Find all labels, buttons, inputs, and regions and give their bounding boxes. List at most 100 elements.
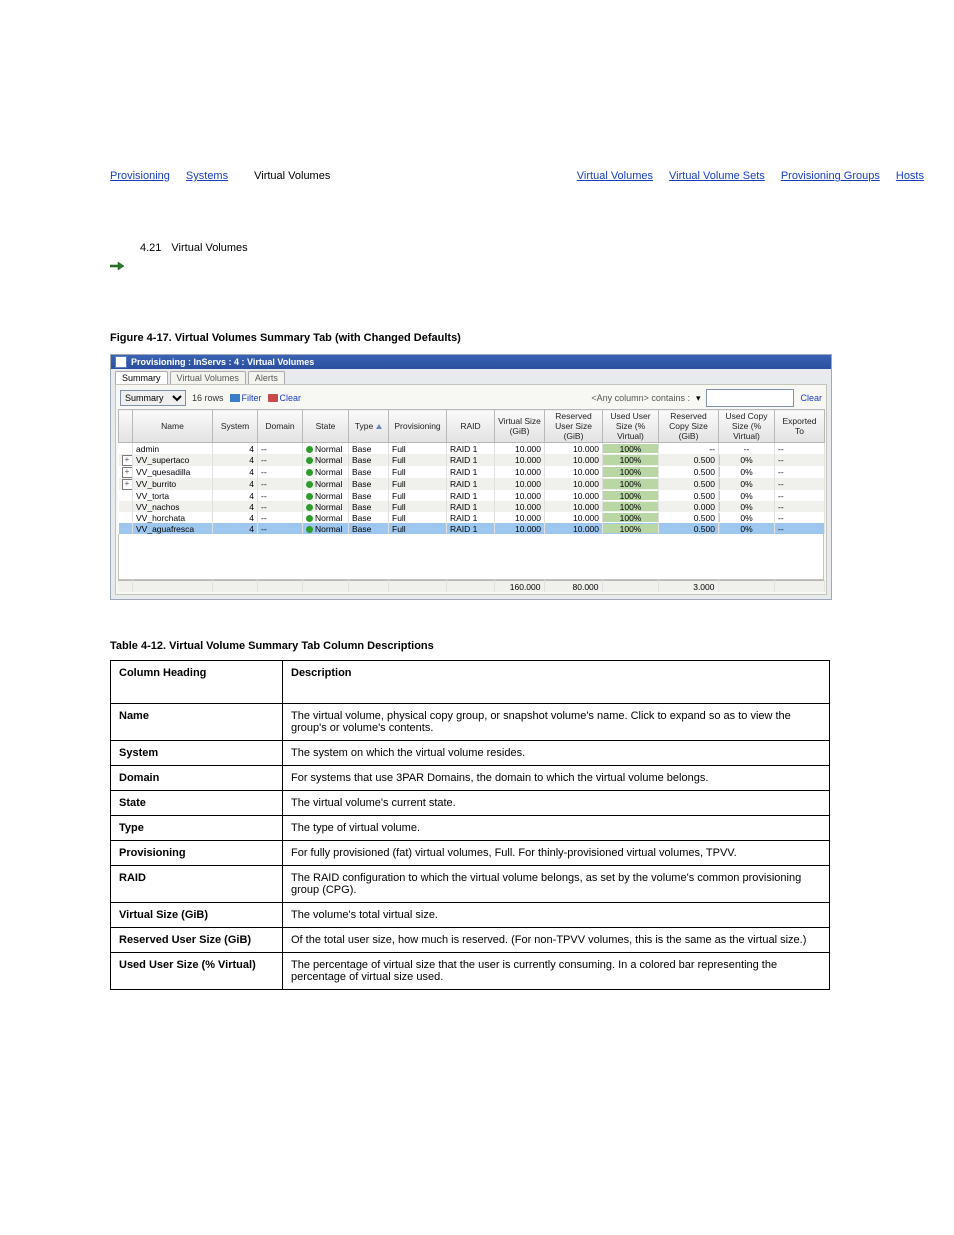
type-cell: Base [349, 466, 389, 478]
tab-virtual-volumes[interactable]: Virtual Volumes [170, 371, 246, 384]
domain-cell: -- [258, 443, 303, 455]
rcopy-cell: 0.000 [659, 501, 719, 512]
state-cell: Normal [303, 443, 349, 455]
table-row[interactable]: +VV_supertaco4--NormalBaseFullRAID 110.0… [119, 454, 825, 466]
col-exported[interactable]: Exported To [775, 410, 825, 443]
col-rcopy[interactable]: Reserved Copy Size (GiB) [659, 410, 719, 443]
ucopy-cell: 0% [719, 523, 775, 534]
system-cell: 4 [213, 443, 258, 455]
chapter-row: 4.21 Virtual Volumes [110, 242, 924, 254]
col-state[interactable]: State [303, 410, 349, 443]
state-dot-icon [306, 493, 313, 500]
table-row[interactable]: VV_nachos4--NormalBaseFullRAID 110.00010… [119, 501, 825, 512]
col-uuser[interactable]: Used User Size (% Virtual) [603, 410, 659, 443]
state-dot-icon [306, 515, 313, 522]
view-select[interactable]: Summary [120, 390, 186, 406]
ruser-cell: 10.000 [545, 523, 603, 534]
rcopy-cell: 0.500 [659, 454, 719, 466]
table-row[interactable]: +VV_quesadilla4--NormalBaseFullRAID 110.… [119, 466, 825, 478]
state-cell: Normal [303, 523, 349, 534]
col-domain[interactable]: Domain [258, 410, 303, 443]
prov-cell: Full [389, 454, 447, 466]
expand-icon[interactable]: + [122, 467, 133, 478]
tab-summary[interactable]: Summary [115, 371, 168, 384]
dropdown-arrow-icon[interactable]: ▾ [696, 393, 701, 404]
col-vsize[interactable]: Virtual Size (GiB) [495, 410, 545, 443]
state-cell: Normal [303, 466, 349, 478]
nav-arrow-icon [110, 260, 924, 272]
raid-cell: RAID 1 [447, 512, 495, 523]
exported-cell: -- [775, 501, 825, 512]
exported-cell: -- [775, 478, 825, 490]
link-hosts[interactable]: Hosts [896, 170, 924, 182]
domain-cell: -- [258, 523, 303, 534]
col-expander[interactable] [119, 410, 133, 443]
desc-colname: Virtual Size (GiB) [111, 903, 283, 928]
tab-body: Summary 16 rows Filter Clear <Any column… [115, 384, 827, 595]
ucopy-cell: 0% [719, 490, 775, 501]
name-cell: VV_quesadilla [133, 466, 213, 478]
clear-link[interactable]: Clear [268, 393, 302, 403]
filter-icon [230, 394, 240, 402]
col-ruser[interactable]: Reserved User Size (GiB) [545, 410, 603, 443]
system-cell: 4 [213, 454, 258, 466]
desc-row: TypeThe type of virtual volume. [111, 816, 830, 841]
type-cell: Base [349, 501, 389, 512]
col-type[interactable]: Type [349, 410, 389, 443]
grid-header: Name System Domain State Type Provisioni… [119, 410, 825, 443]
desc-row: NameThe virtual volume, physical copy gr… [111, 704, 830, 741]
exported-cell: -- [775, 466, 825, 478]
expander-cell [119, 512, 133, 523]
vv-grid: Name System Domain State Type Provisioni… [118, 409, 825, 534]
domain-cell: -- [258, 512, 303, 523]
ucopy-cell: 0% [719, 501, 775, 512]
ruser-cell: 10.000 [545, 501, 603, 512]
crumb-systems[interactable]: Systems [186, 170, 228, 182]
tab-alerts[interactable]: Alerts [248, 371, 285, 384]
prov-cell: Full [389, 501, 447, 512]
exported-cell: -- [775, 443, 825, 455]
table-row[interactable]: VV_horchata4--NormalBaseFullRAID 110.000… [119, 512, 825, 523]
crumb-provisioning[interactable]: Provisioning [110, 170, 170, 182]
col-name[interactable]: Name [133, 410, 213, 443]
table-row[interactable]: VV_aguafresca4--NormalBaseFullRAID 110.0… [119, 523, 825, 534]
col-system[interactable]: System [213, 410, 258, 443]
desc-col-heading: Column Heading [111, 661, 283, 704]
table-row[interactable]: VV_torta4--NormalBaseFullRAID 110.00010.… [119, 490, 825, 501]
grid-empty-area [118, 534, 824, 580]
rcopy-cell: 0.500 [659, 512, 719, 523]
figure-heading: Figure 4-17. Virtual Volumes Summary Tab… [110, 332, 924, 344]
col-raid[interactable]: RAID [447, 410, 495, 443]
filter-link[interactable]: Filter [230, 393, 262, 403]
system-cell: 4 [213, 478, 258, 490]
clear-right-link[interactable]: Clear [800, 393, 822, 403]
ruser-cell: 10.000 [545, 512, 603, 523]
expand-icon[interactable]: + [122, 455, 133, 466]
desc-desc: The RAID configuration to which the virt… [283, 866, 830, 903]
link-virtual-volumes[interactable]: Virtual Volumes [577, 170, 653, 182]
prov-cell: Full [389, 443, 447, 455]
name-cell: VV_torta [133, 490, 213, 501]
name-cell: VV_nachos [133, 501, 213, 512]
system-cell: 4 [213, 512, 258, 523]
desc-table: Column Heading Description NameThe virtu… [110, 660, 830, 990]
filter-input[interactable] [706, 389, 794, 407]
ucopy-cell: 0% [719, 512, 775, 523]
table-row[interactable]: +VV_burrito4--NormalBaseFullRAID 110.000… [119, 478, 825, 490]
expand-icon[interactable]: + [122, 479, 133, 490]
desc-row: DomainFor systems that use 3PAR Domains,… [111, 766, 830, 791]
col-provisioning[interactable]: Provisioning [389, 410, 447, 443]
link-prov-groups[interactable]: Provisioning Groups [781, 170, 880, 182]
link-vv-sets[interactable]: Virtual Volume Sets [669, 170, 765, 182]
exported-cell: -- [775, 454, 825, 466]
rcopy-cell: 0.500 [659, 490, 719, 501]
desc-colname: Domain [111, 766, 283, 791]
panel-titlebar: Provisioning : InServs : 4 : Virtual Vol… [111, 355, 831, 369]
domain-cell: -- [258, 501, 303, 512]
table-row[interactable]: admin4--NormalBaseFullRAID 110.00010.000… [119, 443, 825, 455]
desc-row: SystemThe system on which the virtual vo… [111, 741, 830, 766]
col-ucopy[interactable]: Used Copy Size (% Virtual) [719, 410, 775, 443]
system-cell: 4 [213, 501, 258, 512]
desc-desc: For fully provisioned (fat) virtual volu… [283, 841, 830, 866]
vsize-cell: 10.000 [495, 478, 545, 490]
